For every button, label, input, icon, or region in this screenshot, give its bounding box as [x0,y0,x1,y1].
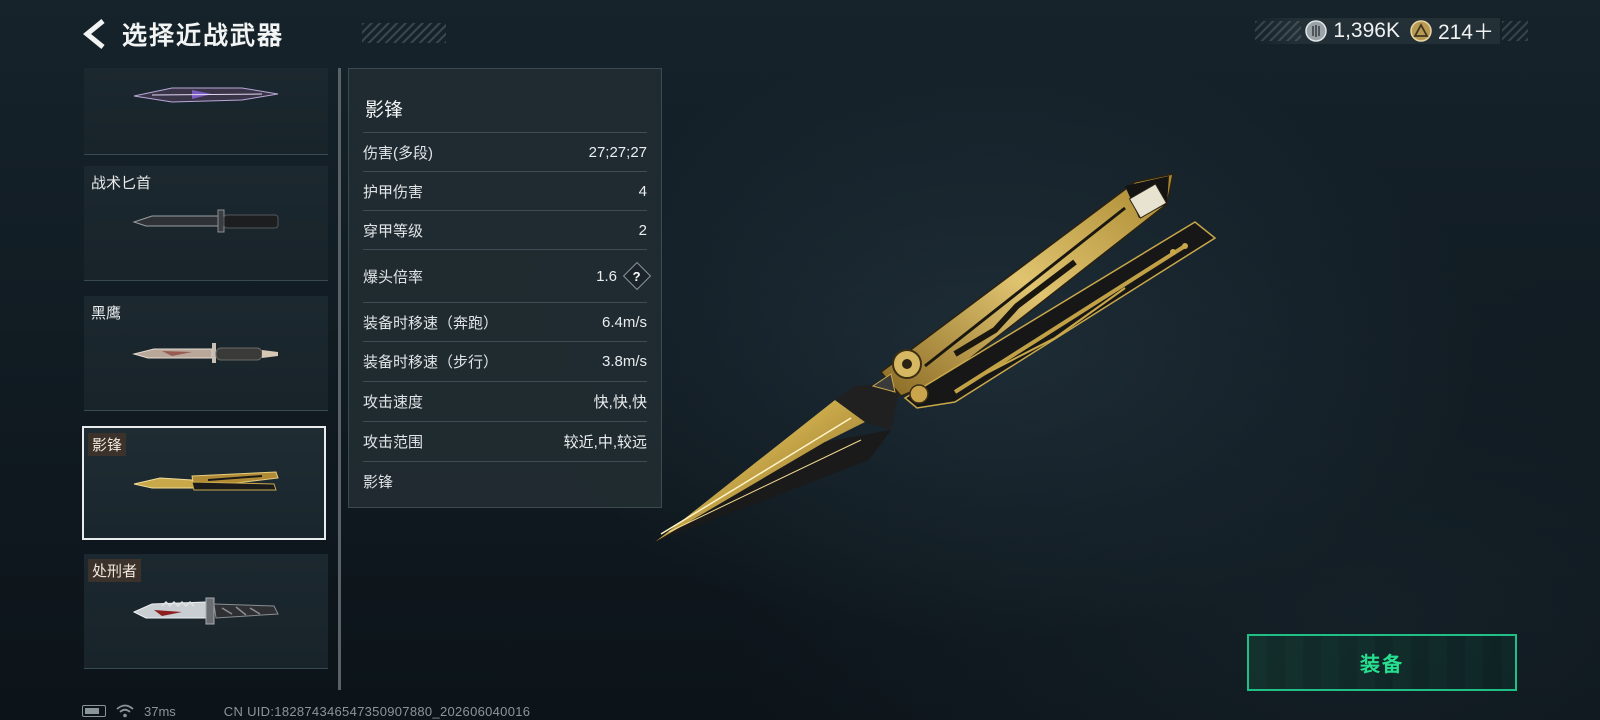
stat-value: 3.8m/s [601,352,647,370]
stat-label: 装备时移速（奔跑） [363,314,499,332]
weapon-name: 处刑者 [88,559,142,582]
stat-row-walk-speed: 装备时移速（步行） 3.8m/s [363,341,647,380]
status-bar: 37ms CN UID:182874346547350907880_202606… [82,703,530,719]
currency-bar: 1,396K 214＋ [1255,16,1528,46]
stat-row-damage: 伤害(多段) 27;27;27 [363,132,647,171]
weapon-card[interactable]: 处刑者 [84,554,328,669]
gold-currency[interactable]: 214＋ [1410,16,1494,46]
chevron-left-icon [83,19,105,49]
silver-coin-icon [1305,20,1328,42]
wifi-icon [116,704,134,718]
tactical-dagger-icon [132,209,279,233]
silver-currency[interactable]: 1,396K [1305,19,1400,43]
weapon-name: 影锋 [88,433,127,456]
stat-label: 攻击速度 [363,393,424,411]
stat-row-attack-speed: 攻击速度 快,快,快 [363,381,647,420]
equip-button-label: 装备 [1360,654,1404,676]
weapon-name: 战术匕首 [91,175,152,192]
header: 选择近战武器 [80,14,446,54]
weapon-card-selected[interactable]: 影锋 [82,426,326,540]
black-hawk-knife-icon [132,343,278,363]
stat-value: 1.6 [596,267,617,285]
gold-triangle-coin-icon [1410,20,1432,42]
stat-label: 攻击范围 [363,433,424,451]
stat-value: 较近,中,较远 [563,433,647,451]
battery-icon [82,705,106,717]
stat-row-headshot-multiplier: 爆头倍率 1.6 ? [363,249,652,302]
help-glyph: ? [633,268,641,284]
stat-row-run-speed: 装备时移速（奔跑） 6.4m/s [363,302,647,341]
executioner-knife-icon [132,597,279,625]
silver-amount: 1,396K [1333,19,1400,42]
back-button[interactable] [80,17,110,51]
stat-label: 穿甲等级 [363,222,424,240]
stat-row-attack-range: 攻击范围 较近,中,较远 [363,421,647,460]
weapon-list[interactable]: 战术匕首 黑鹰 影锋 处刑者 [82,68,328,688]
stat-value: 快,快,快 [593,393,647,411]
ping-text: 37ms [144,703,176,719]
gold-amount: 214＋ [1437,21,1494,44]
weapon-stats-panel: 影锋 伤害(多段) 27;27;27 护甲伤害 4 穿甲等级 2 爆头倍率 1.… [348,68,662,508]
uid-text: CN UID:182874346547350907880_20260604001… [223,703,531,719]
stat-label: 装备时移速（步行） [363,353,499,371]
stat-value-group: 1.6 ? [596,261,652,291]
weapon-name: 黑鹰 [91,305,122,322]
weapon-card[interactable]: 黑鹰 [84,296,328,411]
page-title: 选择近战武器 [122,22,285,50]
stat-label: 护甲伤害 [363,183,424,201]
stats-footer-text: 影锋 [363,473,394,491]
purple-knife-icon [133,87,279,103]
stat-value: 4 [638,182,647,200]
weapon-card[interactable]: 战术匕首 [84,166,328,281]
shadow-blade-knife-icon [133,471,279,491]
stat-label: 伤害(多段) [363,144,433,162]
equip-button[interactable]: 装备 [1247,634,1517,691]
title-decoration [362,23,446,43]
stat-value: 6.4m/s [601,313,647,331]
help-icon[interactable]: ? [622,261,652,291]
stat-row-armor-penetration: 穿甲等级 2 [363,210,647,249]
stats-footer: 影锋 [363,461,647,500]
stats-title: 影锋 [365,100,404,121]
weapon-list-scrollbar[interactable] [338,68,341,690]
stat-value: 27;27;27 [588,143,647,161]
stat-label: 爆头倍率 [363,268,424,286]
stat-value: 2 [638,221,647,239]
weapon-card[interactable] [84,68,328,155]
stat-row-armor-damage: 护甲伤害 4 [363,171,647,210]
weapon-preview-image [655,173,1217,542]
